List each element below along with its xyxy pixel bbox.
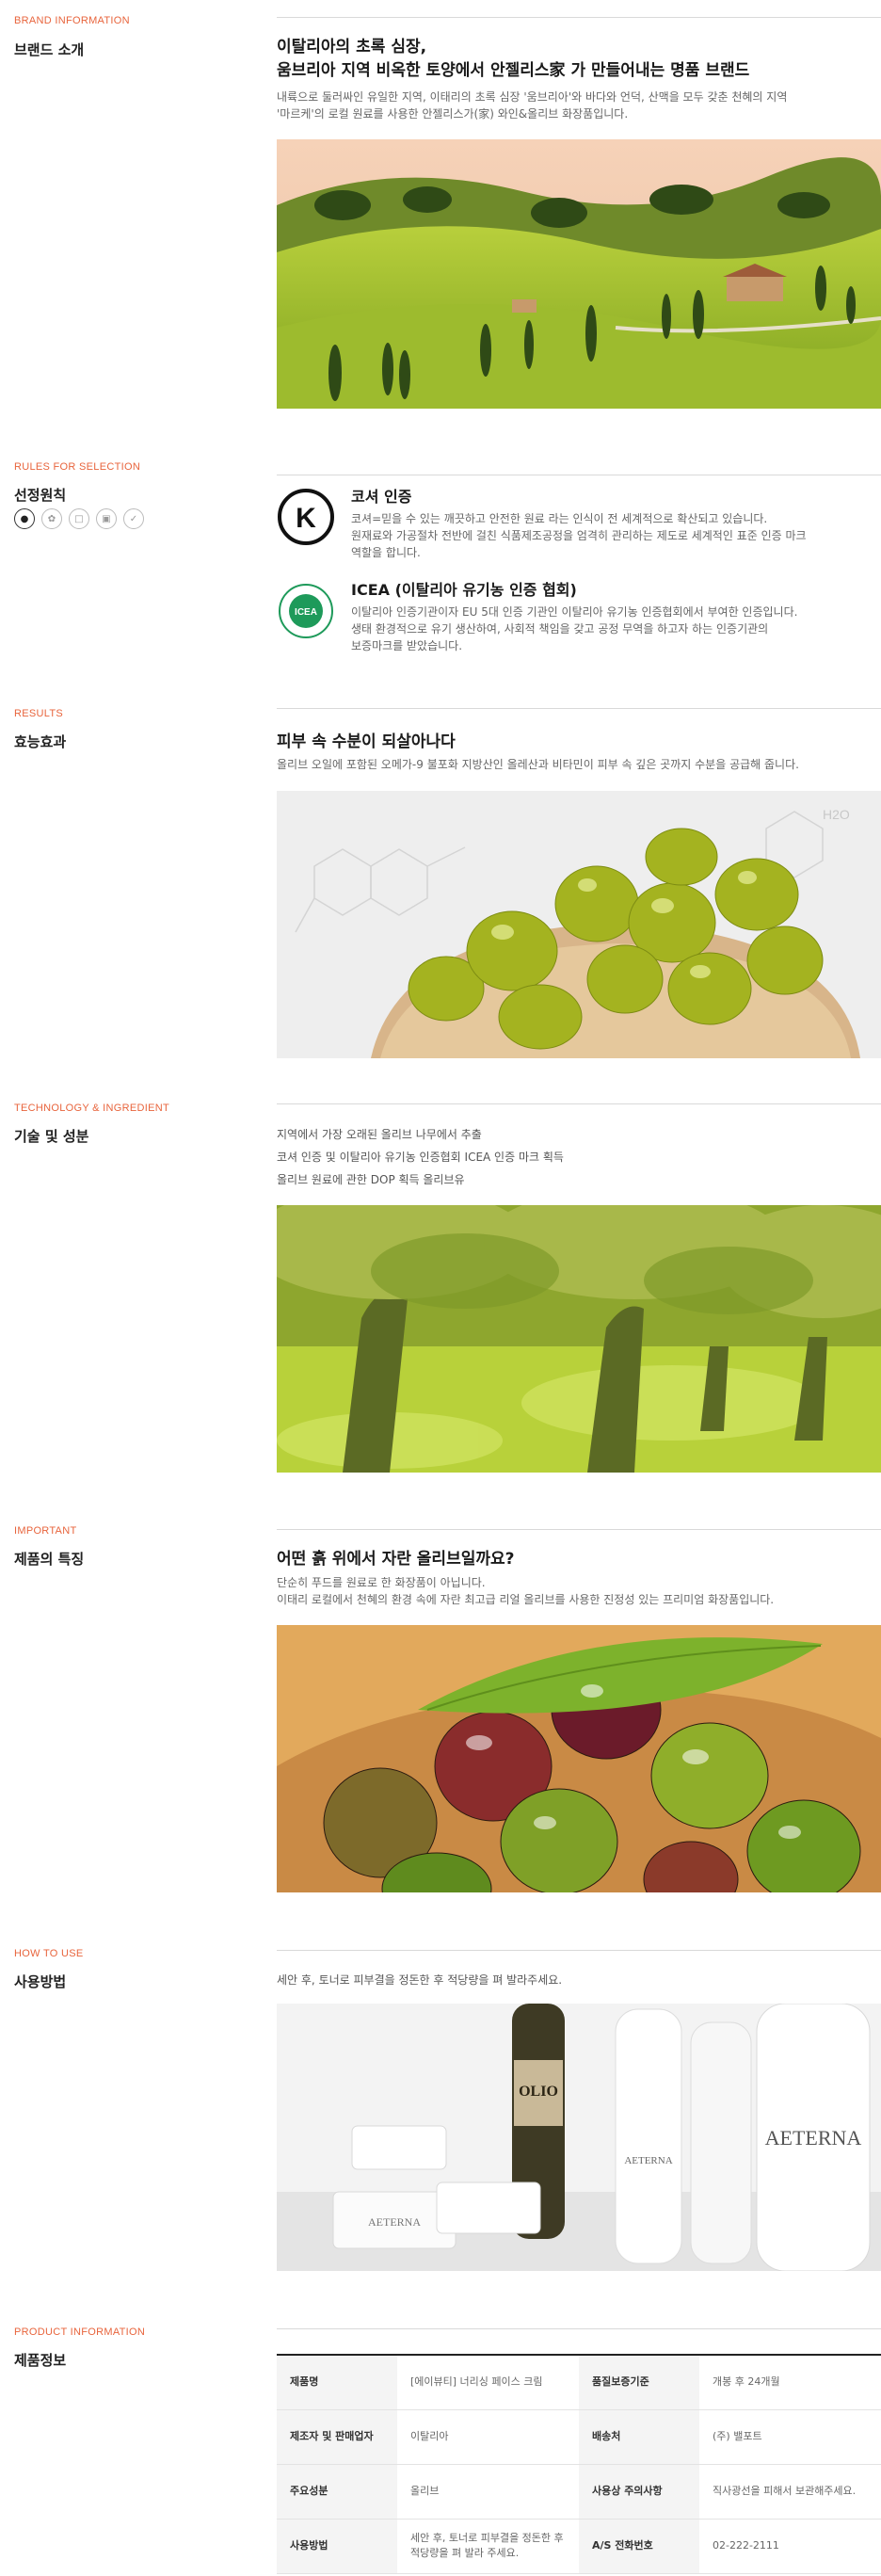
table-value: 이탈리아	[397, 2409, 579, 2465]
kosher-logo-icon: K	[277, 488, 335, 546]
leaf-icon[interactable]: ✿	[41, 508, 62, 529]
divider	[277, 17, 881, 18]
table-value: 올리브	[397, 2464, 579, 2520]
howto-desc: 세안 후, 토너로 피부결을 정돈한 후 적당량을 펴 발라주세요.	[277, 1973, 563, 1987]
divider	[277, 2328, 881, 2329]
rule-icon-row: ● ✿ □ ▣ ✓	[14, 508, 144, 529]
table-row: 제조자 및 판매업자 이탈리아 배송처 (주) 밸포트	[277, 2409, 881, 2465]
product-lineup-image: OLIO AETERNA AETERNA AETERNA	[277, 2004, 881, 2271]
umbria-landscape-image	[277, 139, 881, 409]
divider	[277, 1103, 881, 1104]
document-icon[interactable]: □	[69, 508, 89, 529]
green-olives-bowl-image: H2O	[277, 791, 881, 1058]
table-key: 사용상 주의사항	[579, 2464, 699, 2520]
svg-text:K: K	[296, 503, 316, 534]
divider	[277, 708, 881, 709]
product-info-table: 제품명 [에이뷰티] 너리싱 페이스 크림 품질보증기준 개봉 후 24개월 제…	[277, 2354, 881, 2574]
svg-text:AETERNA: AETERNA	[624, 2155, 672, 2166]
divider	[277, 1529, 881, 1530]
check-icon[interactable]: ✓	[123, 508, 144, 529]
cert-icea-title: ICEA (이탈리아 유기농 인증 협회)	[351, 581, 577, 599]
table-value: 세안 후, 토너로 피부결을 정돈한 후 적당량을 펴 발라 주세요.	[397, 2519, 579, 2574]
section-title-tech: 기술 및 성분	[14, 1128, 89, 1145]
section-title-rules: 선정원칙	[14, 487, 67, 504]
section-title-important: 제품의 특징	[14, 1551, 85, 1568]
svg-text:ICEA: ICEA	[295, 607, 317, 618]
section-label-important: IMPORTANT	[14, 1525, 77, 1537]
table-key: A/S 전화번호	[579, 2519, 699, 2574]
table-key: 배송처	[579, 2409, 699, 2465]
drop-icon[interactable]: ●	[14, 508, 35, 529]
table-row: 주요성분 올리브 사용상 주의사항 직사광선을 피해서 보관해주세요.	[277, 2464, 881, 2520]
results-headline: 피부 속 수분이 되살아나다	[277, 733, 456, 751]
table-row: 제품명 [에이뷰티] 너리싱 페이스 크림 품질보증기준 개봉 후 24개월	[277, 2355, 881, 2410]
cert-kosher-line-3: 역할을 합니다.	[351, 546, 421, 559]
section-label-howto: HOW TO USE	[14, 1948, 84, 1959]
svg-text:H2O: H2O	[823, 807, 850, 822]
cert-kosher-line-2: 원재료와 가공절차 전반에 걸친 식품제조공정을 엄격히 관리하는 제도로 세계…	[351, 529, 807, 542]
section-title-results: 효능효과	[14, 733, 67, 750]
important-desc-1: 단순히 푸드를 원료로 한 화장품이 아닙니다.	[277, 1576, 486, 1589]
table-value: 02-222-2111	[699, 2519, 881, 2574]
cert-kosher-title: 코셔 인증	[351, 488, 412, 506]
divider	[277, 1950, 881, 1951]
brand-headline-2: 움브리아 지역 비옥한 토양에서 안젤리스家 가 만들어내는 명품 브랜드	[277, 61, 750, 80]
table-key: 제품명	[277, 2355, 397, 2410]
cert-kosher-line-1: 코셔=믿을 수 있는 깨끗하고 안전한 원료 라는 인식이 전 세계적으로 확산…	[351, 512, 768, 525]
brand-desc-2: '마르케'의 로컬 원료를 사용한 안젤리스가(家) 와인&올리브 화장품입니다…	[277, 107, 629, 121]
table-row: 사용방법 세안 후, 토너로 피부결을 정돈한 후 적당량을 펴 발라 주세요.…	[277, 2519, 881, 2574]
olive-trees-image	[277, 1205, 881, 1473]
results-desc: 올리브 오일에 포함된 오메가-9 불포화 지방산인 올레산과 비타민이 피부 …	[277, 758, 799, 771]
mixed-olives-bowl-image	[277, 1625, 881, 1892]
box-icon[interactable]: ▣	[96, 508, 117, 529]
tech-line-1: 지역에서 가장 오래된 올리브 나무에서 추출	[277, 1128, 482, 1141]
tech-line-3: 올리브 원료에 관한 DOP 획득 올리브유	[277, 1173, 465, 1186]
svg-text:AETERNA: AETERNA	[765, 2126, 862, 2149]
cert-icea-line-1: 이탈리아 인증기관이자 EU 5대 인증 기관인 이탈리아 유기농 인증협회에서…	[351, 605, 798, 619]
table-key: 품질보증기준	[579, 2355, 699, 2410]
table-value: (주) 밸포트	[699, 2409, 881, 2465]
cert-icea-line-2: 생태 환경적으로 유기 생산하여, 사회적 책임을 갖고 공정 무역을 하고자 …	[351, 622, 769, 636]
section-title-product: 제품정보	[14, 2352, 67, 2369]
svg-text:OLIO: OLIO	[519, 2084, 558, 2100]
section-label-brand: BRAND INFORMATION	[14, 15, 130, 26]
table-key: 제조자 및 판매업자	[277, 2409, 397, 2465]
section-label-rules: RULES FOR SELECTION	[14, 461, 141, 473]
cert-icea-line-3: 보증마크를 받았습니다.	[351, 639, 463, 652]
brand-desc-1: 내륙으로 둘러싸인 유일한 지역, 이태리의 초록 심장 '움브리아'와 바다와…	[277, 90, 788, 104]
section-title-howto: 사용방법	[14, 1973, 67, 1990]
table-key: 주요성분	[277, 2464, 397, 2520]
tech-line-2: 코셔 인증 및 이탈리아 유기농 인증협회 ICEA 인증 마크 획득	[277, 1151, 564, 1164]
icea-logo-icon: ICEA	[277, 582, 335, 640]
important-desc-2: 이태리 로컬에서 천혜의 환경 속에 자란 최고급 리얼 올리브를 사용한 진정…	[277, 1593, 775, 1606]
brand-headline-1: 이탈리아의 초록 심장,	[277, 38, 427, 56]
section-label-tech: TECHNOLOGY & INGREDIENT	[14, 1103, 169, 1114]
section-label-results: RESULTS	[14, 708, 64, 719]
svg-text:AETERNA: AETERNA	[368, 2215, 421, 2229]
important-headline: 어떤 흙 위에서 자란 올리브일까요?	[277, 1550, 515, 1569]
section-label-product: PRODUCT INFORMATION	[14, 2326, 146, 2338]
table-value: [에이뷰티] 너리싱 페이스 크림	[397, 2355, 579, 2410]
table-key: 사용방법	[277, 2519, 397, 2574]
section-title-brand: 브랜드 소개	[14, 41, 85, 58]
table-value: 직사광선을 피해서 보관해주세요.	[699, 2464, 881, 2520]
table-value: 개봉 후 24개월	[699, 2355, 881, 2410]
